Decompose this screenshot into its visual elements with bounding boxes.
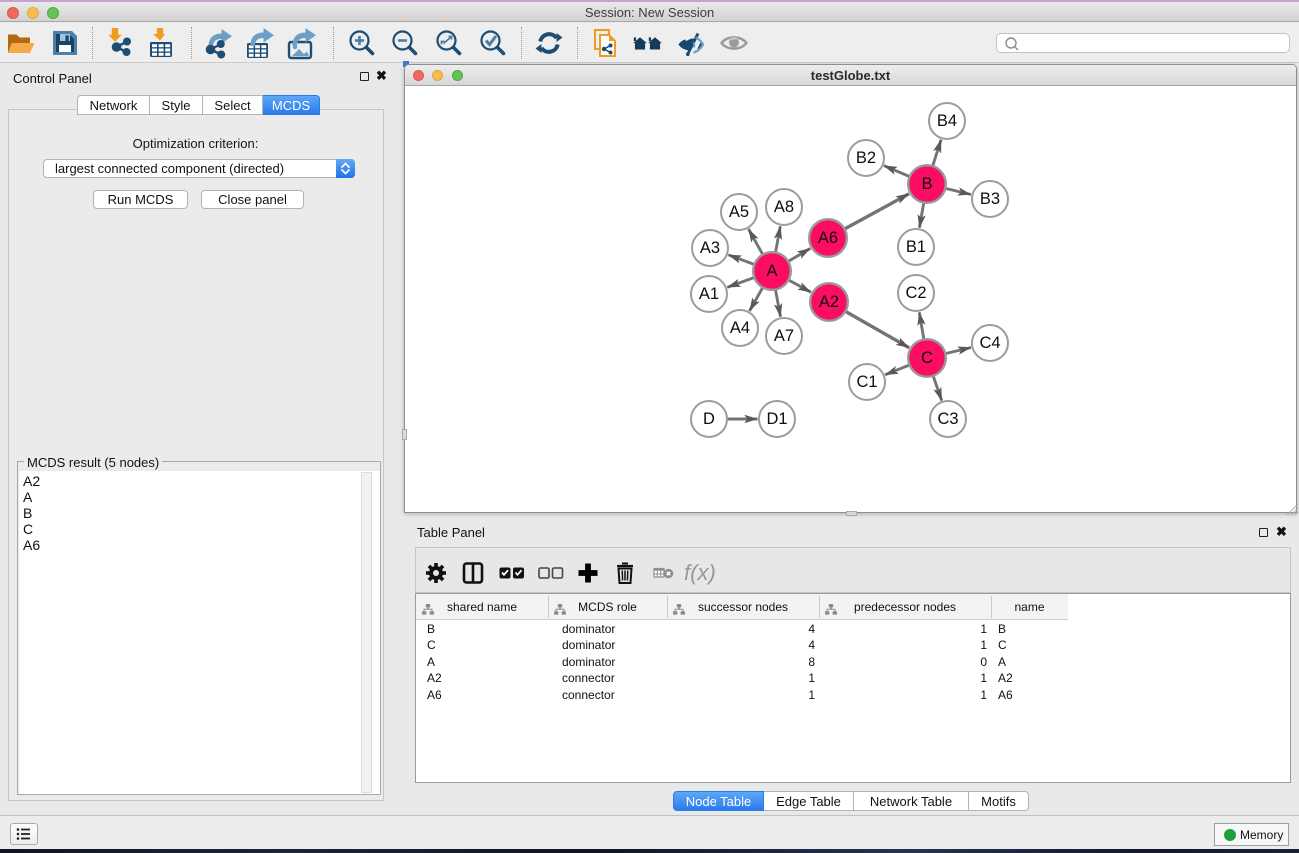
svg-text:B1: B1 [906,238,926,256]
svg-text:D: D [703,410,715,428]
svg-text:B3: B3 [980,190,1000,208]
svg-text:A4: A4 [730,319,750,337]
svg-text:C4: C4 [979,334,1000,352]
svg-text:C3: C3 [937,410,958,428]
svg-text:D1: D1 [766,410,787,428]
svg-text:C2: C2 [905,284,926,302]
svg-text:A1: A1 [699,285,719,303]
svg-text:A6: A6 [818,229,838,247]
svg-text:f(x): f(x) [684,560,716,585]
svg-text:B4: B4 [937,112,957,130]
svg-text:A8: A8 [774,198,794,216]
svg-text:B: B [921,175,932,193]
svg-text:B2: B2 [856,149,876,167]
svg-text:A3: A3 [700,239,720,257]
svg-text:A5: A5 [729,203,749,221]
svg-text:C1: C1 [856,373,877,391]
svg-text:C: C [921,349,933,367]
svg-text:A7: A7 [774,327,794,345]
svg-text:A: A [766,262,777,280]
svg-text:A2: A2 [819,293,839,311]
